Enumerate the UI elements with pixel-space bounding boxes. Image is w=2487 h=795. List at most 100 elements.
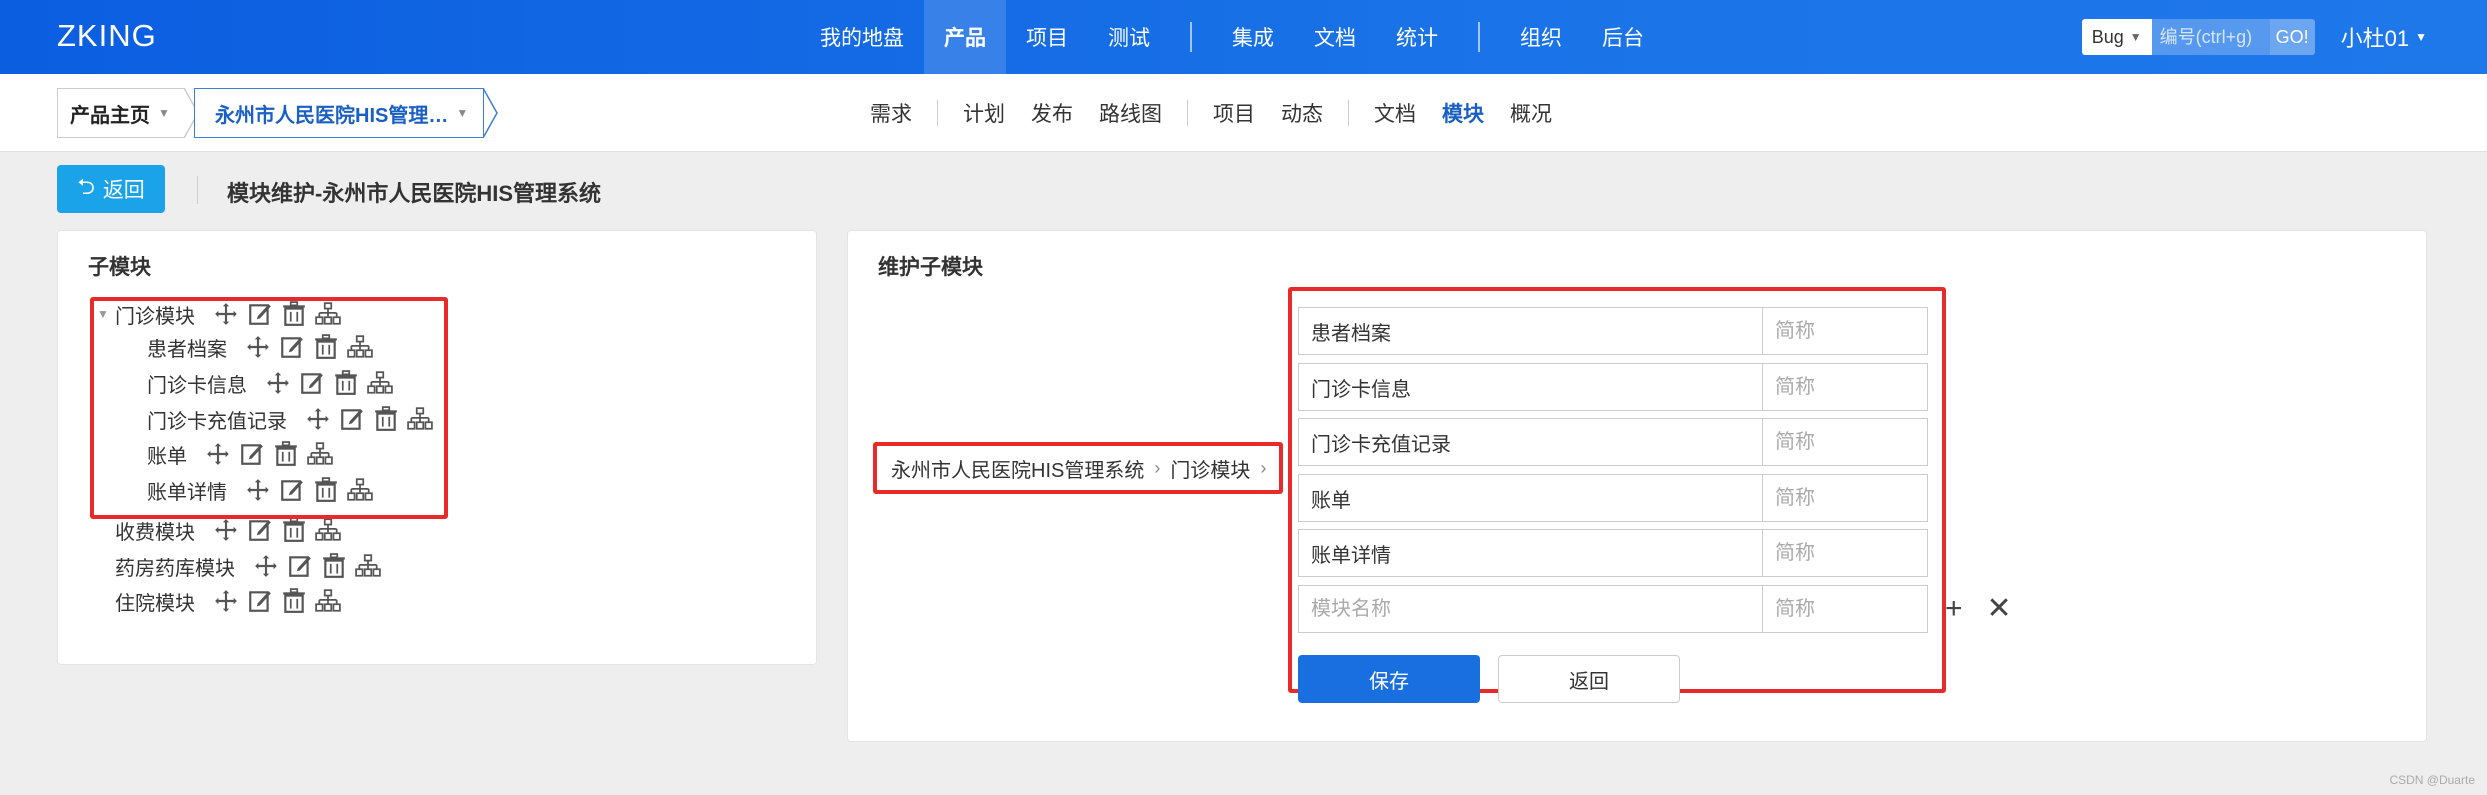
module-name-input[interactable] — [1298, 307, 1762, 355]
caret-down-icon[interactable]: ▼ — [97, 307, 109, 321]
undo-icon: ⮌ — [77, 174, 95, 199]
move-icon[interactable] — [303, 404, 333, 434]
module-name-input[interactable] — [1298, 585, 1762, 633]
tree-node-label[interactable]: 账单详情 — [147, 476, 227, 505]
module-name-input[interactable] — [1298, 418, 1762, 466]
subnav-activity[interactable]: 动态 — [1268, 98, 1336, 128]
tree-node-label[interactable]: 收费模块 — [115, 516, 195, 545]
subnav-modules[interactable]: 模块 — [1429, 98, 1497, 128]
subnav-project[interactable]: 项目 — [1200, 98, 1268, 128]
nav-my-dashboard[interactable]: 我的地盘 — [800, 0, 924, 74]
tree-node[interactable]: 门诊卡充值记录 — [147, 403, 439, 435]
path-root[interactable]: 永州市人民医院HIS管理系统 — [891, 454, 1144, 483]
submodule-icon[interactable] — [353, 551, 383, 581]
subnav-roadmap[interactable]: 路线图 — [1086, 98, 1175, 128]
nav-product[interactable]: 产品 — [924, 0, 1006, 74]
tree-node[interactable]: 账单 — [147, 438, 339, 470]
edit-icon[interactable] — [285, 551, 315, 581]
move-icon[interactable] — [211, 515, 241, 545]
nav-admin[interactable]: 后台 — [1582, 0, 1664, 74]
nav-organization[interactable]: 组织 — [1500, 0, 1582, 74]
module-short-name-input[interactable] — [1762, 363, 1928, 411]
module-short-name-input[interactable] — [1762, 418, 1928, 466]
move-icon[interactable] — [243, 332, 273, 362]
add-row-icon[interactable]: + — [1945, 592, 1963, 626]
delete-icon[interactable] — [319, 551, 349, 581]
tree-node[interactable]: 住院模块 — [97, 585, 347, 617]
quick-search-input[interactable] — [2151, 19, 2270, 55]
move-icon[interactable] — [211, 299, 241, 329]
delete-icon[interactable] — [271, 439, 301, 469]
submodule-icon[interactable] — [313, 515, 343, 545]
subnav-overview[interactable]: 概况 — [1497, 98, 1565, 128]
delete-icon[interactable] — [371, 404, 401, 434]
module-short-name-input[interactable] — [1762, 585, 1928, 633]
move-icon[interactable] — [203, 439, 233, 469]
delete-icon[interactable] — [311, 475, 341, 505]
tree-node[interactable]: ▼ 门诊模块 — [97, 298, 347, 330]
tree-node[interactable]: 患者档案 — [147, 331, 379, 363]
tree-node[interactable]: 收费模块 — [97, 514, 347, 546]
move-icon[interactable] — [211, 586, 241, 616]
go-button[interactable]: GO! — [2269, 19, 2315, 55]
nav-test[interactable]: 测试 — [1088, 0, 1170, 74]
subnav-requirements[interactable]: 需求 — [857, 98, 925, 128]
tree-node-label[interactable]: 住院模块 — [115, 587, 195, 616]
edit-icon[interactable] — [237, 439, 267, 469]
path-current[interactable]: 门诊模块 — [1170, 454, 1250, 483]
delete-icon[interactable] — [331, 368, 361, 398]
remove-row-icon[interactable]: ✕ — [1987, 591, 2012, 626]
delete-icon[interactable] — [311, 332, 341, 362]
module-name-input[interactable] — [1298, 474, 1762, 522]
edit-icon[interactable] — [297, 368, 327, 398]
submodule-icon[interactable] — [365, 368, 395, 398]
tree-node-label[interactable]: 门诊模块 — [115, 300, 195, 329]
nav-docs[interactable]: 文档 — [1294, 0, 1376, 74]
submodule-icon[interactable] — [345, 475, 375, 505]
move-icon[interactable] — [243, 475, 273, 505]
tree-node[interactable]: 账单详情 — [147, 474, 379, 506]
submodule-icon[interactable] — [405, 404, 435, 434]
edit-icon[interactable] — [277, 475, 307, 505]
nav-integration[interactable]: 集成 — [1212, 0, 1294, 74]
back-button[interactable]: ⮌ 返回 — [57, 165, 165, 213]
tree-node-label[interactable]: 门诊卡信息 — [147, 369, 247, 398]
logo[interactable]: ZKING — [57, 18, 157, 54]
module-short-name-input[interactable] — [1762, 529, 1928, 577]
tree-node[interactable]: 门诊卡信息 — [147, 367, 399, 399]
breadcrumb-product-home[interactable]: 产品主页 ▼ — [57, 88, 185, 138]
module-short-name-input[interactable] — [1762, 307, 1928, 355]
search-type-select[interactable]: Bug ▼ — [2081, 19, 2152, 55]
delete-icon[interactable] — [279, 586, 309, 616]
user-menu[interactable]: 小杜01 ▼ — [2341, 21, 2427, 53]
edit-icon[interactable] — [245, 515, 275, 545]
tree-node-label[interactable]: 门诊卡充值记录 — [147, 405, 287, 434]
save-button[interactable]: 保存 — [1298, 655, 1480, 703]
edit-icon[interactable] — [277, 332, 307, 362]
subnav-plan[interactable]: 计划 — [950, 98, 1018, 128]
submodule-icon[interactable] — [313, 299, 343, 329]
tree-node-label[interactable]: 患者档案 — [147, 333, 227, 362]
move-icon[interactable] — [251, 551, 281, 581]
module-short-name-input[interactable] — [1762, 474, 1928, 522]
subnav-release[interactable]: 发布 — [1018, 98, 1086, 128]
breadcrumb-product-select[interactable]: 永州市人民医院HIS管理… ▼ — [194, 88, 484, 138]
subnav-docs[interactable]: 文档 — [1361, 98, 1429, 128]
delete-icon[interactable] — [279, 299, 309, 329]
nav-stats[interactable]: 统计 — [1376, 0, 1458, 74]
edit-icon[interactable] — [245, 586, 275, 616]
submodule-icon[interactable] — [305, 439, 335, 469]
edit-icon[interactable] — [245, 299, 275, 329]
tree-node-label[interactable]: 药房药库模块 — [115, 552, 235, 581]
tree-node[interactable]: 药房药库模块 — [97, 550, 387, 582]
return-button[interactable]: 返回 — [1498, 655, 1680, 703]
edit-icon[interactable] — [337, 404, 367, 434]
submodule-icon[interactable] — [313, 586, 343, 616]
module-name-input[interactable] — [1298, 363, 1762, 411]
delete-icon[interactable] — [279, 515, 309, 545]
tree-node-label[interactable]: 账单 — [147, 440, 187, 469]
submodule-icon[interactable] — [345, 332, 375, 362]
nav-project[interactable]: 项目 — [1006, 0, 1088, 74]
module-name-input[interactable] — [1298, 529, 1762, 577]
move-icon[interactable] — [263, 368, 293, 398]
